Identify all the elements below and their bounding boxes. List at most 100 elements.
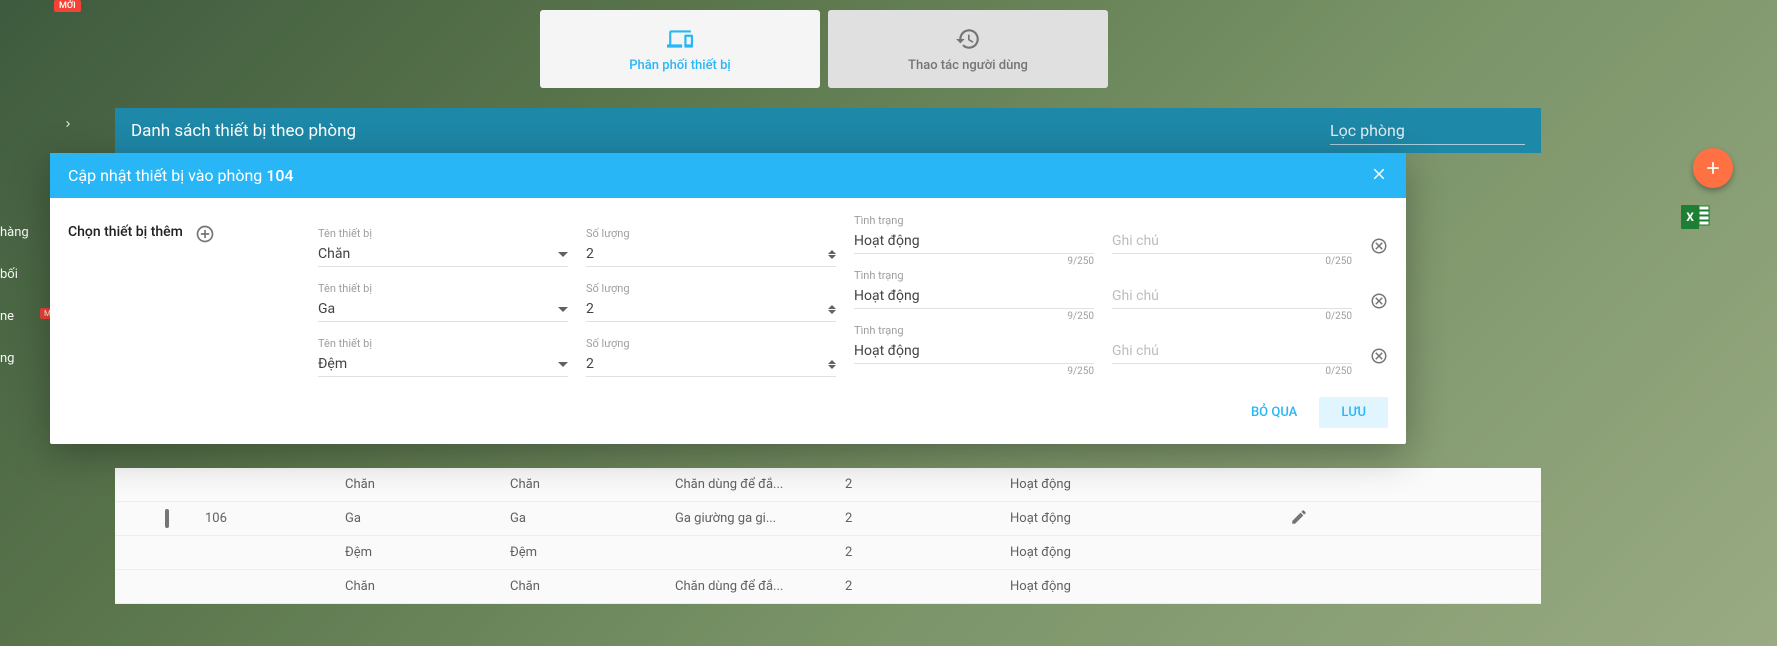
cell: 2 bbox=[845, 545, 1010, 560]
add-device-label: Chọn thiết bị thêm bbox=[68, 224, 183, 240]
tab-distribute-devices[interactable]: Phân phối thiết bị bbox=[540, 10, 820, 88]
cancel-circle-icon bbox=[1370, 237, 1388, 255]
cell: Đệm bbox=[345, 545, 510, 560]
save-button[interactable]: LƯU bbox=[1319, 397, 1388, 428]
quantity-stepper[interactable] bbox=[828, 250, 836, 259]
field-label-name: Tên thiết bị bbox=[318, 282, 568, 295]
device-name-select[interactable] bbox=[318, 297, 558, 321]
status-input[interactable] bbox=[854, 229, 1094, 253]
add-circle-icon bbox=[195, 224, 215, 244]
status-input[interactable] bbox=[854, 284, 1094, 308]
cancel-circle-icon bbox=[1370, 347, 1388, 365]
devices-icon bbox=[666, 26, 694, 52]
table-row: 106 Ga Ga Ga giường ga gi... 2 Hoạt động bbox=[115, 502, 1541, 536]
quantity-stepper[interactable] bbox=[828, 360, 836, 369]
cell: Hoạt động bbox=[1010, 511, 1290, 526]
add-device-button[interactable] bbox=[195, 224, 215, 248]
status-input[interactable] bbox=[854, 339, 1094, 363]
field-label-qty: Số lượng bbox=[586, 337, 836, 350]
device-row: Tên thiết bị Số lượng Tình trạng 9/250 bbox=[318, 324, 1388, 377]
filter-room-input[interactable] bbox=[1330, 117, 1525, 145]
chevron-right-icon bbox=[62, 118, 74, 130]
char-counter: 0/250 bbox=[1112, 311, 1352, 322]
cell: Chăn bbox=[345, 579, 510, 594]
update-device-modal: Cập nhật thiết bị vào phòng 104 Chọn thi… bbox=[50, 153, 1406, 444]
cell: Đệm bbox=[510, 545, 675, 560]
note-input[interactable] bbox=[1112, 284, 1352, 308]
remove-row-button[interactable] bbox=[1370, 292, 1388, 314]
field-label-status: Tình trạng bbox=[854, 214, 1094, 227]
device-name-select[interactable] bbox=[318, 352, 558, 376]
quantity-input[interactable] bbox=[586, 352, 828, 376]
sidebar-expand[interactable] bbox=[62, 115, 74, 134]
tab-user-actions-label: Thao tác người dùng bbox=[908, 58, 1028, 73]
plus-icon bbox=[1703, 158, 1723, 178]
sidebar-item[interactable]: hàng bbox=[0, 225, 29, 240]
close-icon bbox=[1370, 165, 1388, 183]
pencil-icon bbox=[1290, 508, 1308, 526]
cell: Chăn bbox=[510, 579, 675, 594]
field-label-qty: Số lượng bbox=[586, 282, 836, 295]
modal-close-button[interactable] bbox=[1370, 165, 1388, 187]
char-counter: 0/250 bbox=[1112, 256, 1352, 267]
field-label-status: Tình trạng bbox=[854, 324, 1094, 337]
dropdown-arrow-icon[interactable] bbox=[558, 362, 568, 367]
dropdown-arrow-icon[interactable] bbox=[558, 307, 568, 312]
table-row: Đệm Đệm 2 Hoạt động bbox=[115, 536, 1541, 570]
cell: Chăn bbox=[345, 477, 510, 492]
cell: Chăn bbox=[510, 477, 675, 492]
add-fab[interactable] bbox=[1693, 148, 1733, 188]
quantity-stepper[interactable] bbox=[828, 305, 836, 314]
field-label-note bbox=[1112, 269, 1352, 282]
cell: Hoạt động bbox=[1010, 579, 1290, 594]
tab-user-actions[interactable]: Thao tác người dùng bbox=[828, 10, 1108, 88]
cell: Ga giường ga gi... bbox=[675, 511, 845, 526]
cell: 2 bbox=[845, 477, 1010, 492]
moi-badge: MỚI bbox=[54, 0, 81, 12]
field-label-name: Tên thiết bị bbox=[318, 337, 568, 350]
panel-header: Danh sách thiết bị theo phòng bbox=[115, 108, 1541, 153]
device-row: Tên thiết bị Số lượng Tình trạng 9/250 bbox=[318, 269, 1388, 322]
remove-row-button[interactable] bbox=[1370, 237, 1388, 259]
quantity-input[interactable] bbox=[586, 242, 828, 266]
modal-title: Cập nhật thiết bị vào phòng 104 bbox=[68, 166, 294, 185]
edit-row-button[interactable] bbox=[1290, 508, 1308, 530]
note-input[interactable] bbox=[1112, 229, 1352, 253]
svg-text:X: X bbox=[1686, 210, 1694, 224]
field-label-note bbox=[1112, 214, 1352, 227]
cell: Chăn dùng để đắ... bbox=[675, 477, 845, 492]
modal-header: Cập nhật thiết bị vào phòng 104 bbox=[50, 153, 1406, 198]
cell: 2 bbox=[845, 511, 1010, 526]
device-table: Chăn Chăn Chăn dùng để đắ... 2 Hoạt động… bbox=[115, 468, 1541, 604]
cell: Ga bbox=[345, 511, 510, 526]
char-counter: 9/250 bbox=[854, 311, 1094, 322]
sidebar-item[interactable]: neMỚI bbox=[0, 309, 29, 324]
field-label-note bbox=[1112, 324, 1352, 337]
cancel-circle-icon bbox=[1370, 292, 1388, 310]
field-label-name: Tên thiết bị bbox=[318, 227, 568, 240]
quantity-input[interactable] bbox=[586, 297, 828, 321]
excel-icon: X bbox=[1681, 203, 1711, 231]
remove-row-button[interactable] bbox=[1370, 347, 1388, 369]
device-name-select[interactable] bbox=[318, 242, 558, 266]
export-excel[interactable]: X bbox=[1681, 203, 1711, 235]
char-counter: 9/250 bbox=[854, 256, 1094, 267]
cell: Chăn dùng để đắ... bbox=[675, 579, 845, 594]
skip-button[interactable]: BỎ QUA bbox=[1237, 397, 1311, 428]
table-row: Chăn Chăn Chăn dùng để đắ... 2 Hoạt động bbox=[115, 570, 1541, 604]
dropdown-arrow-icon[interactable] bbox=[558, 252, 568, 257]
panel-title: Danh sách thiết bị theo phòng bbox=[131, 121, 356, 141]
cell: Hoạt động bbox=[1010, 545, 1290, 560]
char-counter: 9/250 bbox=[854, 366, 1094, 377]
sidebar-item[interactable]: ng bbox=[0, 351, 29, 366]
field-label-qty: Số lượng bbox=[586, 227, 836, 240]
note-input[interactable] bbox=[1112, 339, 1352, 363]
row-checkbox[interactable] bbox=[165, 509, 169, 528]
sidebar-item[interactable]: bối bbox=[0, 267, 29, 282]
history-icon bbox=[954, 26, 982, 52]
tab-distribute-label: Phân phối thiết bị bbox=[629, 58, 730, 73]
table-row: Chăn Chăn Chăn dùng để đắ... 2 Hoạt động bbox=[115, 468, 1541, 502]
sidebar-partial: hàng bối neMỚI ng bbox=[0, 225, 29, 366]
cell: Ga bbox=[510, 511, 675, 526]
cell: 2 bbox=[845, 579, 1010, 594]
